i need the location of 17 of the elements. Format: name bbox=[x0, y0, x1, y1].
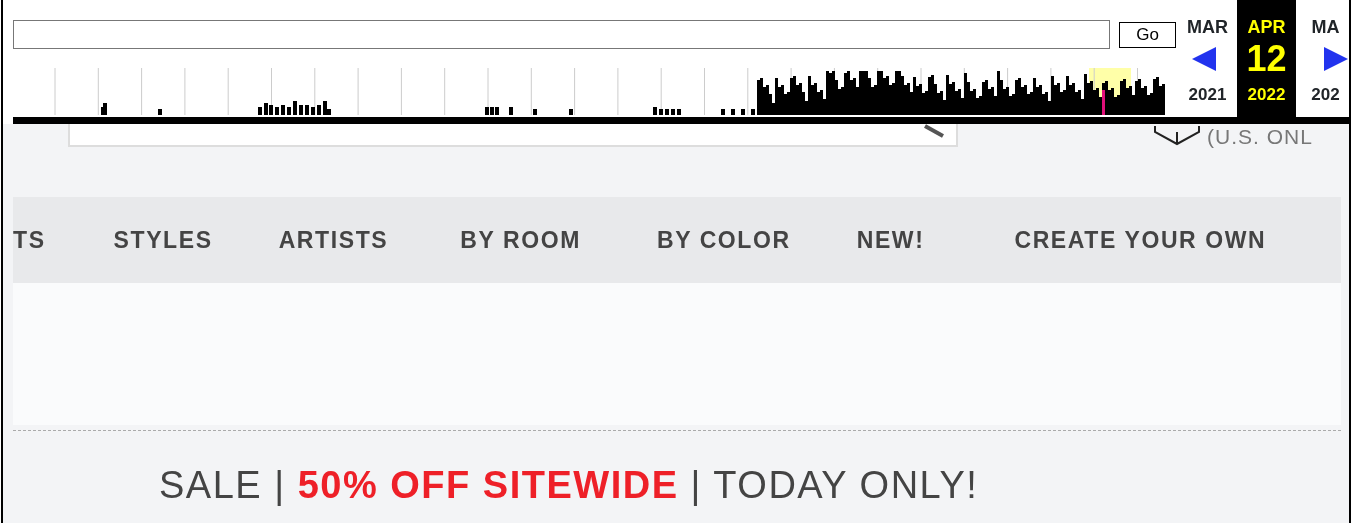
search-icon[interactable] bbox=[923, 124, 947, 138]
search-field[interactable] bbox=[68, 124, 958, 147]
calendar-column[interactable]: MA 202 bbox=[1296, 0, 1349, 118]
shipping-text: (U.S. ONL bbox=[1207, 126, 1313, 150]
nav-link[interactable]: ARTISTS bbox=[278, 222, 389, 258]
nav-link[interactable]: STYLES bbox=[113, 222, 213, 258]
sale-banner-text: SALE | 50% OFF SITEWIDE | TODAY ONLY! bbox=[159, 463, 980, 508]
box-icon bbox=[1153, 124, 1203, 146]
calendar-column[interactable]: MAR 2021 bbox=[1178, 0, 1237, 118]
nav-link[interactable]: NEW! bbox=[856, 222, 925, 258]
nav-link[interactable]: TS bbox=[13, 222, 46, 258]
url-field[interactable] bbox=[13, 20, 1110, 49]
nav-link[interactable]: CREATE YOUR OWN bbox=[1014, 222, 1267, 258]
nav-link[interactable]: BY ROOM bbox=[460, 222, 581, 258]
calendar-column[interactable]: APR 12 2022 bbox=[1237, 0, 1296, 118]
go-button[interactable]: Go bbox=[1119, 21, 1176, 48]
nav-link[interactable]: BY COLOR bbox=[656, 222, 791, 258]
